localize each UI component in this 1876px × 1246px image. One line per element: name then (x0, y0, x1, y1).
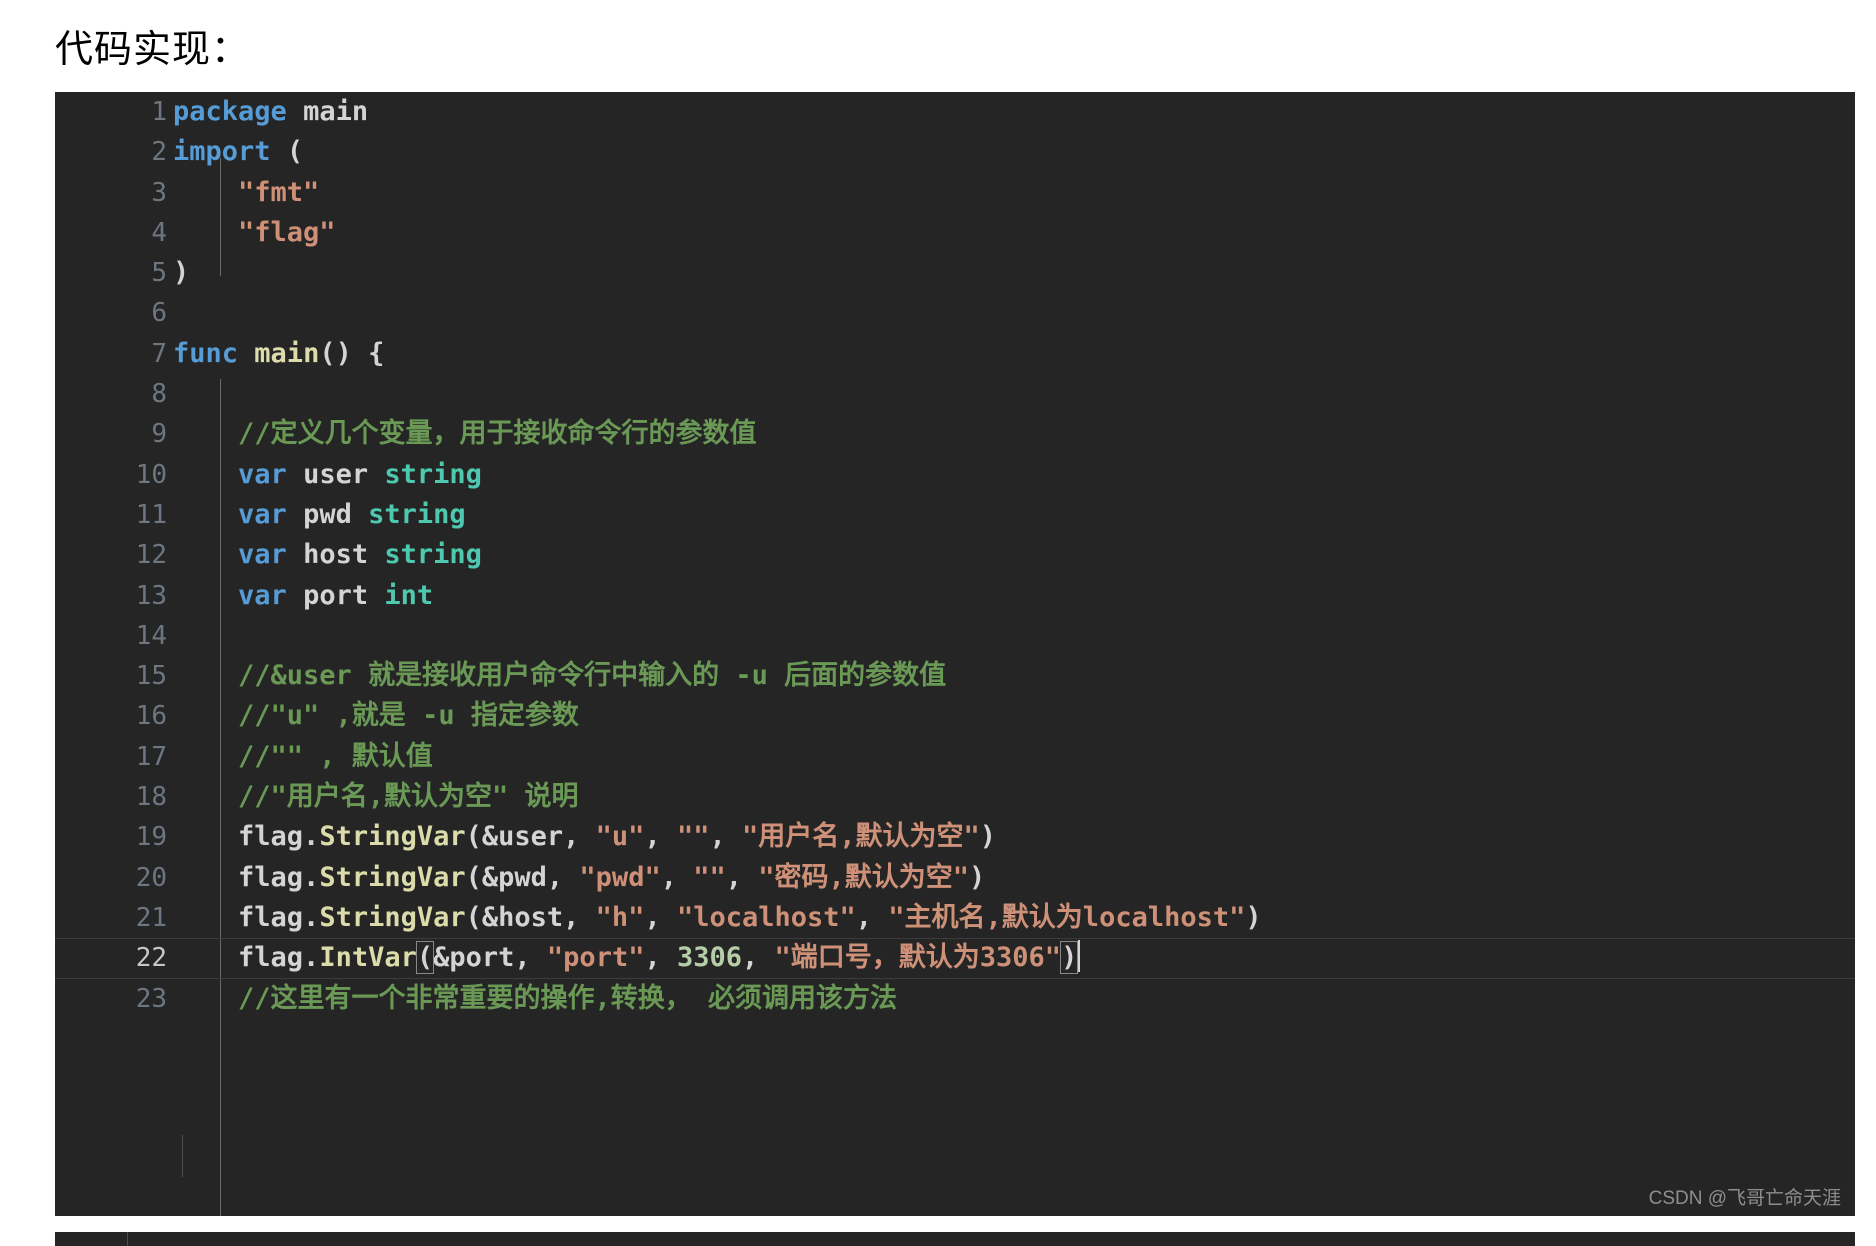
code-line[interactable]: 5 ) (55, 253, 1855, 293)
code-line[interactable]: 8 (55, 374, 1855, 414)
editor-bottom-strip-separator (127, 1232, 128, 1246)
line-source: var pwd string (238, 498, 466, 530)
code-line[interactable]: 10 var user string (55, 455, 1855, 495)
line-source: //"u" ,就是 -u 指定参数 (173, 700, 579, 732)
code-line[interactable]: 19 flag.StringVar(&user, "u", "", "用户名,默… (55, 817, 1855, 857)
watermark: CSDN @飞哥亡命天涯 (1648, 1188, 1841, 1209)
line-source: "fmt" (238, 176, 320, 208)
page-title: 代码实现： (55, 29, 251, 71)
code-line[interactable]: 7 func main() { (55, 334, 1855, 374)
code-line[interactable]: 13 var port int (55, 576, 1855, 616)
code-line[interactable]: 4 "flag" (55, 213, 1855, 253)
code-content[interactable]: 1 package main 2 import ( 3 "fmt" 4 "fla… (55, 92, 1855, 1216)
line-source: ) (173, 257, 190, 289)
code-line[interactable]: 15 //&user 就是接收用户命令行中输入的 -u 后面的参数值 (55, 656, 1855, 696)
line-source: func main() { (173, 337, 385, 369)
code-line[interactable]: 23 //这里有一个非常重要的操作,转换， 必须调用该方法 (55, 979, 1855, 1019)
line-source: import ( (173, 136, 304, 168)
line-number: 11 (135, 499, 167, 530)
line-number: 22 (135, 943, 167, 974)
code-line-active[interactable]: 22 flag.IntVar(&port, "port", 3306, "端口号… (55, 938, 1855, 978)
line-number: 6 (151, 298, 167, 329)
code-line[interactable]: 21 flag.StringVar(&host, "h", "localhost… (55, 898, 1855, 938)
line-source: flag.StringVar(&pwd, "pwd", "", "密码,默认为空… (238, 861, 986, 893)
line-source: //"用户名,默认为空" 说明 (173, 781, 579, 813)
line-source: "flag" (238, 216, 336, 248)
code-line[interactable]: 2 import ( (55, 132, 1855, 172)
line-number: 17 (135, 741, 167, 772)
line-source: //&user 就是接收用户命令行中输入的 -u 后面的参数值 (173, 660, 947, 692)
code-line[interactable]: 9 //定义几个变量，用于接收命令行的参数值 (55, 414, 1855, 454)
line-source: var user string (238, 458, 482, 490)
line-number: 9 (151, 419, 167, 450)
code-editor[interactable]: 1 package main 2 import ( 3 "fmt" 4 "fla… (55, 92, 1855, 1216)
text-caret (1078, 940, 1081, 973)
line-source: //定义几个变量，用于接收命令行的参数值 (173, 418, 757, 450)
line-source: flag.StringVar(&host, "h", "localhost", … (238, 901, 1262, 933)
line-number: 10 (135, 459, 167, 490)
line-number: 1 (151, 97, 167, 127)
line-number: 4 (151, 217, 167, 248)
line-number: 13 (135, 580, 167, 611)
line-source: flag.StringVar(&user, "u", "", "用户名,默认为空… (238, 821, 997, 853)
line-number: 18 (135, 782, 167, 813)
line-number: 23 (135, 983, 167, 1014)
code-line[interactable]: 11 var pwd string (55, 495, 1855, 535)
line-number: 16 (135, 701, 167, 732)
line-source: //"" , 默认值 (173, 740, 433, 772)
gutter-separator (182, 1135, 183, 1177)
editor-bottom-strip (55, 1232, 1855, 1246)
code-line[interactable]: 20 flag.StringVar(&pwd, "pwd", "", "密码,默… (55, 858, 1855, 898)
line-source: flag.IntVar(&port, "port", 3306, "端口号，默认… (173, 938, 1081, 978)
line-source: package main (173, 96, 369, 127)
line-number: 19 (135, 822, 167, 853)
line-number: 3 (151, 177, 167, 208)
line-number: 12 (135, 540, 167, 571)
line-source: var host string (238, 539, 482, 571)
line-number: 21 (135, 902, 167, 933)
code-line[interactable]: 16 //"u" ,就是 -u 指定参数 (55, 696, 1855, 736)
code-line[interactable]: 6 (55, 293, 1855, 333)
code-line[interactable]: 1 package main (55, 92, 1855, 132)
code-line[interactable]: 3 "fmt" (55, 173, 1855, 213)
code-line[interactable]: 14 (55, 616, 1855, 656)
line-number: 20 (135, 862, 167, 893)
line-number: 8 (151, 379, 167, 410)
code-line[interactable]: 18 //"用户名,默认为空" 说明 (55, 777, 1855, 817)
code-line[interactable]: 17 //"" , 默认值 (55, 737, 1855, 777)
line-number: 5 (151, 258, 167, 289)
line-source: var port int (238, 579, 434, 611)
line-number: 14 (135, 620, 167, 651)
line-source: //这里有一个非常重要的操作,转换， 必须调用该方法 (173, 982, 898, 1014)
line-number: 2 (151, 137, 167, 168)
line-number: 15 (135, 661, 167, 692)
line-number: 7 (151, 338, 167, 369)
code-line[interactable]: 12 var host string (55, 535, 1855, 575)
